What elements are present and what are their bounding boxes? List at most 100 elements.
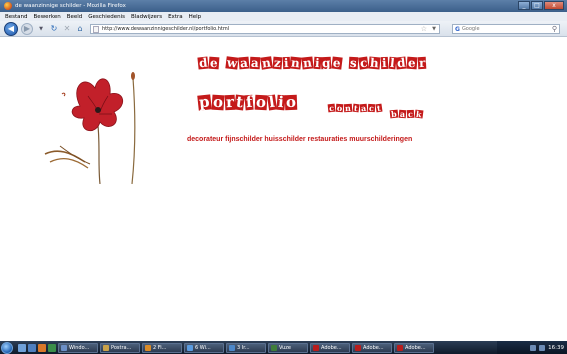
system-tray: 16:39: [497, 341, 567, 354]
app-icon: [229, 344, 235, 351]
url-text[interactable]: http://www.dewaanzinnigeschilder.nl/port…: [102, 26, 229, 32]
ransom-letter: [343, 57, 348, 69]
taskbar: Windo... Postra... 2 Fi... 6 Wi... 3 Ir... Vu…: [0, 341, 567, 354]
ransom-letter[interactable]: b: [389, 109, 398, 119]
app-icon: [397, 344, 403, 351]
taskbar-button[interactable]: 3 Ir...: [226, 342, 266, 353]
address-bar[interactable]: http://www.dewaanzinnigeschilder.nl/port…: [90, 24, 440, 34]
stop-icon[interactable]: ✕: [62, 24, 72, 34]
poppy-illustration: [44, 72, 136, 184]
ransom-letter[interactable]: l: [266, 93, 277, 111]
bookmark-star-icon[interactable]: ☆: [421, 25, 427, 34]
ransom-letter: i: [313, 55, 321, 71]
back-button[interactable]: ◀: [4, 21, 18, 36]
search-input[interactable]: [461, 25, 542, 33]
ransom-letter: e: [407, 55, 418, 71]
window-titlebar: de waanzinnige schilder - Mozilla Firefo…: [0, 0, 567, 12]
url-dropdown-icon[interactable]: ▼: [432, 25, 436, 34]
ransom-letter: l: [387, 55, 396, 71]
ransom-letter[interactable]: o: [210, 93, 225, 111]
ransom-letter: g: [320, 55, 332, 71]
app-icon: [145, 344, 151, 351]
ransom-letter[interactable]: t: [352, 103, 360, 113]
app-icon: [187, 344, 193, 351]
menu-geschiedenis[interactable]: Geschiedenis: [88, 14, 125, 20]
ransom-letter: n: [260, 55, 273, 71]
search-engine-icon[interactable]: G: [455, 26, 460, 33]
show-desktop-icon[interactable]: [18, 343, 26, 352]
ransom-letter: i: [380, 55, 388, 71]
ransom-letter[interactable]: a: [359, 103, 368, 113]
ransom-letter: a: [249, 55, 261, 71]
taskbar-button[interactable]: Windo...: [58, 342, 98, 353]
search-bar[interactable]: G ⚲: [452, 24, 560, 34]
app-icon: [271, 344, 277, 351]
taskbar-button[interactable]: 6 Wi...: [184, 342, 224, 353]
ransom-letter: i: [282, 55, 290, 71]
navigation-toolbar: ◀ ▶ ▼ ↻ ✕ ⌂ http://www.dewaanzinnigeschi…: [0, 21, 567, 37]
ransom-letter[interactable]: o: [284, 93, 298, 111]
minimize-button[interactable]: _: [518, 1, 530, 10]
task-buttons: Windo... Postra... 2 Fi... 6 Wi... 3 Ir... Vu…: [56, 342, 434, 353]
menu-bestand[interactable]: Bestand: [5, 14, 28, 20]
taskbar-button-label: Adobe...: [405, 344, 426, 351]
dropdown-history-icon[interactable]: ▼: [36, 24, 46, 34]
ransom-letter: d: [197, 55, 209, 71]
search-icon[interactable]: ⚲: [552, 25, 557, 34]
forward-button[interactable]: ▶: [21, 22, 33, 35]
ransom-letter[interactable]: o: [254, 93, 268, 111]
start-button[interactable]: [1, 341, 13, 354]
reload-icon[interactable]: ↻: [49, 24, 59, 34]
ransom-letter: e: [331, 55, 343, 71]
ransom-letter[interactable]: f: [244, 93, 255, 111]
ransom-letter[interactable]: n: [344, 103, 353, 113]
taskbar-button[interactable]: Postra...: [100, 342, 140, 353]
ransom-letter: z: [272, 55, 283, 71]
taskbar-button[interactable]: Vuze: [268, 342, 308, 353]
site-title: de waanzinnige schilder: [197, 55, 427, 71]
media-player-icon[interactable]: [48, 343, 56, 352]
menu-extra[interactable]: Extra: [168, 14, 183, 20]
ransom-letter[interactable]: t: [375, 103, 383, 113]
nav-back-link[interactable]: back: [389, 109, 423, 119]
maximize-button[interactable]: □: [531, 1, 543, 10]
ransom-letter: d: [395, 55, 408, 71]
taskbar-button-label: 3 Ir...: [237, 344, 250, 351]
menu-beeld[interactable]: Beeld: [67, 14, 83, 20]
volume-icon[interactable]: [539, 344, 546, 351]
ransom-letter[interactable]: c: [327, 103, 336, 113]
app-icon: [355, 344, 361, 351]
ransom-letter[interactable]: k: [414, 109, 423, 119]
app-icon: [313, 344, 319, 351]
clock[interactable]: 16:39: [548, 345, 564, 351]
taskbar-button[interactable]: Adobe...: [310, 342, 350, 353]
tagline: decorateur fijnschilder huisschilder res…: [187, 136, 413, 143]
firefox-launch-icon[interactable]: [38, 343, 46, 352]
close-button[interactable]: x: [544, 1, 564, 10]
ransom-letter[interactable]: i: [275, 93, 285, 111]
ransom-letter: n: [289, 55, 302, 71]
menu-help[interactable]: Help: [189, 14, 202, 20]
network-icon[interactable]: [530, 344, 537, 351]
ransom-letter: h: [368, 55, 381, 71]
taskbar-button-label: Vuze: [279, 344, 291, 351]
taskbar-button-label: Adobe...: [363, 344, 384, 351]
ransom-letter: r: [417, 55, 427, 71]
nav-contact-link[interactable]: contact: [327, 103, 383, 113]
ransom-letter: [220, 57, 225, 69]
window-title: de waanzinnige schilder - Mozilla Firefo…: [15, 3, 126, 9]
taskbar-button[interactable]: 2 Fi...: [142, 342, 182, 353]
ransom-letter[interactable]: a: [398, 109, 407, 119]
taskbar-button[interactable]: Adobe...: [352, 342, 392, 353]
menu-bewerken[interactable]: Bewerken: [34, 14, 61, 20]
nav-portfolio-link[interactable]: portfolio: [197, 93, 298, 112]
switch-windows-icon[interactable]: [28, 343, 36, 352]
firefox-icon: [4, 2, 12, 10]
ransom-letter[interactable]: p: [197, 93, 212, 112]
ransom-letter[interactable]: c: [367, 103, 376, 113]
home-icon[interactable]: ⌂: [75, 24, 85, 34]
taskbar-button[interactable]: Adobe...: [394, 342, 434, 353]
menu-bladwijzers[interactable]: Bladwijzers: [131, 14, 162, 20]
ransom-letter[interactable]: c: [406, 109, 414, 119]
ransom-letter[interactable]: o: [335, 103, 344, 113]
